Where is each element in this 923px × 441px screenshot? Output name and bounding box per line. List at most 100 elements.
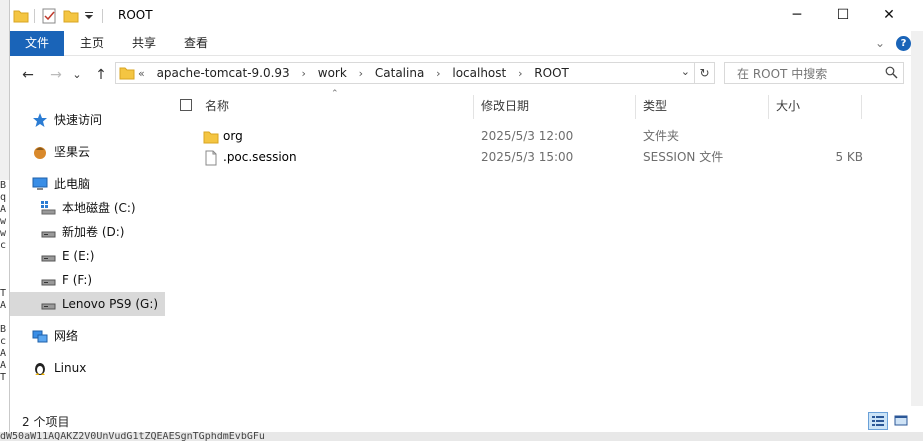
sidebar-item-drive-e[interactable]: E (E:) [10, 244, 165, 268]
file-type: 文件夹 [643, 129, 680, 143]
minimize-button[interactable]: ─ [774, 0, 820, 31]
table-row[interactable]: org 2025/5/3 12:00 文件夹 [165, 126, 911, 147]
folder-icon [13, 10, 29, 23]
large-icons-view-button[interactable] [892, 412, 912, 430]
column-header-name[interactable]: 名称 [205, 93, 229, 119]
navigation-pane: 快速访问 坚果云 此电脑 本地磁盘 (C:) 新加卷 (D:) E (E:) F… [10, 93, 165, 406]
file-name: org [223, 129, 243, 143]
breadcrumb-overflow-icon[interactable]: « [138, 67, 145, 80]
tab-share[interactable]: 共享 [124, 31, 164, 56]
table-row[interactable]: .poc.session 2025/5/3 15:00 SESSION 文件 5… [165, 147, 911, 168]
ribbon-collapse-icon[interactable]: ⌄ [872, 31, 888, 56]
address-bar[interactable]: « apache-tomcat-9.0.93 › work › Catalina… [115, 62, 695, 84]
recent-locations-button[interactable]: ⌄ [70, 65, 84, 85]
linux-icon [35, 363, 45, 375]
customize-toolbar-icon[interactable] [82, 9, 96, 27]
sidebar-item-this-pc[interactable]: 此电脑 [10, 172, 165, 196]
network-icon [32, 330, 48, 343]
sidebar-item-label: E (E:) [62, 249, 95, 263]
new-folder-icon[interactable] [62, 7, 80, 25]
explorer-window: ROOT ─ ☐ ✕ 文件 主页 共享 查看 ⌄ ? ← → ⌄ ↑ « apa… [9, 0, 923, 432]
help-icon[interactable]: ? [896, 36, 911, 51]
drive-icon [41, 231, 56, 238]
column-divider[interactable] [768, 95, 769, 119]
breadcrumb-separator-icon[interactable]: › [359, 67, 363, 80]
column-divider[interactable] [473, 95, 474, 119]
back-button[interactable]: ← [18, 65, 38, 85]
sidebar-item-label: Lenovo PS9 (G:) [62, 297, 159, 311]
sidebar-item-label: 快速访问 [54, 113, 103, 127]
sidebar-item-drive-d[interactable]: 新加卷 (D:) [10, 220, 165, 244]
file-date: 2025/5/3 15:00 [481, 150, 574, 164]
sidebar-item-label: 坚果云 [54, 145, 91, 159]
drive-icon [41, 303, 56, 310]
column-divider[interactable] [861, 95, 862, 119]
divider [102, 9, 103, 23]
sidebar-item-drive-g[interactable]: Lenovo PS9 (G:) [10, 292, 165, 316]
folder-icon [203, 131, 219, 144]
sidebar-item-nutstore[interactable]: 坚果云 [10, 140, 165, 164]
details-view-icon [872, 416, 884, 426]
background-text-strip: BqAwwcTABcAAT [0, 180, 9, 441]
maximize-button[interactable]: ☐ [820, 0, 866, 31]
breadcrumb-item[interactable]: ROOT [534, 66, 569, 80]
column-header-date[interactable]: 修改日期 [481, 93, 529, 119]
folder-icon [119, 67, 135, 80]
forward-button[interactable]: → [46, 65, 66, 85]
sidebar-item-label: 网络 [54, 329, 79, 343]
sort-ascending-icon: ⌃ [331, 89, 339, 99]
breadcrumb-separator-icon[interactable]: › [436, 67, 440, 80]
sidebar-item-linux[interactable]: Linux [10, 356, 165, 380]
breadcrumb-item[interactable]: localhost [452, 66, 506, 80]
column-header-size[interactable]: 大小 [776, 93, 800, 119]
breadcrumb-item[interactable]: apache-tomcat-9.0.93 [157, 66, 290, 80]
file-type: SESSION 文件 [643, 150, 724, 164]
breadcrumb-separator-icon[interactable]: › [302, 67, 306, 80]
tab-file[interactable]: 文件 [10, 31, 64, 56]
address-row: ← → ⌄ ↑ « apache-tomcat-9.0.93 › work › … [10, 57, 923, 93]
select-all-checkbox[interactable] [180, 99, 192, 111]
tab-view[interactable]: 查看 [176, 31, 216, 56]
sidebar-item-label: 新加卷 (D:) [62, 225, 125, 239]
vertical-scrollbar[interactable] [911, 31, 923, 406]
sidebar-item-quick-access[interactable]: 快速访问 [10, 108, 165, 132]
properties-icon[interactable] [40, 7, 58, 25]
file-name: .poc.session [223, 150, 297, 164]
refresh-button[interactable]: ↻ [695, 62, 715, 84]
file-list: ⌃ 名称 修改日期 类型 大小 org 2025/5/3 12:00 文件夹 .… [165, 89, 911, 406]
sidebar-item-drive-c[interactable]: 本地磁盘 (C:) [10, 196, 165, 220]
details-view-button[interactable] [868, 412, 888, 430]
sidebar-item-label: 本地磁盘 (C:) [62, 201, 136, 215]
address-dropdown-icon[interactable]: ⌄ [681, 65, 690, 78]
system-drive-icon [41, 201, 56, 215]
up-button[interactable]: ↑ [91, 65, 111, 85]
breadcrumb-separator-icon[interactable]: › [518, 67, 522, 80]
ribbon-tabs: 文件 主页 共享 查看 ⌄ ? [10, 31, 923, 56]
file-icon [205, 150, 217, 166]
drive-icon [41, 279, 56, 286]
search-input[interactable] [735, 66, 879, 82]
file-date: 2025/5/3 12:00 [481, 129, 574, 143]
drive-icon [41, 255, 56, 262]
window-title: ROOT [118, 8, 153, 22]
column-divider[interactable] [635, 95, 636, 119]
file-size: 5 KB [835, 150, 863, 164]
sidebar-item-label: Linux [54, 361, 87, 375]
item-count: 2 个项目 [22, 415, 70, 429]
sidebar-item-network[interactable]: 网络 [10, 324, 165, 348]
title-bar: ROOT ─ ☐ ✕ [10, 0, 923, 31]
breadcrumb-item[interactable]: work [318, 66, 347, 80]
sidebar-item-label: F (F:) [62, 273, 93, 287]
divider [34, 9, 35, 23]
search-box[interactable] [724, 62, 904, 84]
breadcrumb-item[interactable]: Catalina [375, 66, 424, 80]
tab-home[interactable]: 主页 [72, 31, 112, 56]
column-header-type[interactable]: 类型 [643, 93, 667, 119]
search-icon[interactable] [885, 66, 898, 79]
sidebar-item-drive-f[interactable]: F (F:) [10, 268, 165, 292]
status-bar: 2 个项目 [10, 406, 923, 432]
large-icons-view-icon [894, 415, 908, 426]
computer-icon [32, 177, 48, 190]
close-button[interactable]: ✕ [866, 0, 912, 31]
breadcrumb: « apache-tomcat-9.0.93 › work › Catalina… [138, 66, 577, 80]
